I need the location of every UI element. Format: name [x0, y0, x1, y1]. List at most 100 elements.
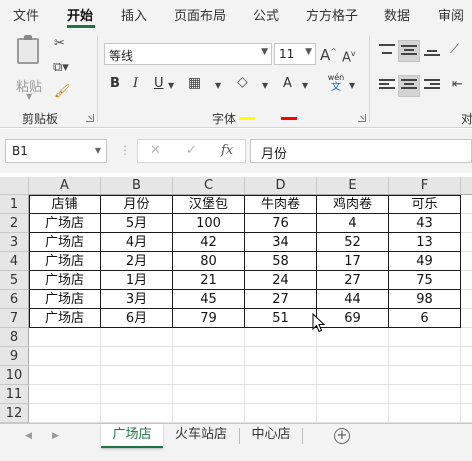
format-painter-icon[interactable]: 🖌	[54, 84, 71, 100]
table-cell[interactable]: 广场店	[29, 252, 101, 271]
table-cell[interactable]: 49	[389, 252, 461, 271]
decrease-indent-icon[interactable]: ⇤	[452, 77, 463, 93]
select-all-corner[interactable]	[0, 177, 29, 195]
align-middle-icon[interactable]	[401, 45, 417, 59]
table-cell[interactable]: 51	[245, 309, 317, 328]
column-header-2[interactable]: C	[173, 177, 245, 195]
header-cell[interactable]: 月份	[101, 195, 173, 214]
row-header-5[interactable]: 6	[0, 290, 29, 309]
table-cell[interactable]	[461, 309, 472, 328]
table-cell[interactable]: 4月	[101, 233, 173, 252]
sheet-tab-guangchang[interactable]: 广场店	[101, 424, 163, 448]
column-header-1[interactable]: B	[101, 177, 173, 195]
table-cell[interactable]	[29, 404, 101, 423]
table-cell[interactable]: 5月	[101, 214, 173, 233]
table-cell[interactable]: 42	[173, 233, 245, 252]
table-cell[interactable]	[101, 347, 173, 366]
font-color-icon[interactable]: A	[283, 75, 292, 93]
column-header-3[interactable]: D	[245, 177, 317, 195]
table-cell[interactable]: 13	[389, 233, 461, 252]
table-cell[interactable]: 98	[389, 290, 461, 309]
bold-button[interactable]: B	[110, 75, 120, 93]
row-header-8[interactable]: 9	[0, 347, 29, 366]
next-sheet-icon[interactable]: ▶	[52, 431, 59, 441]
table-cell[interactable]	[317, 328, 389, 347]
table-cell[interactable]: 79	[173, 309, 245, 328]
table-cell[interactable]: 广场店	[29, 309, 101, 328]
table-cell[interactable]: 34	[245, 233, 317, 252]
table-cell[interactable]: 6月	[101, 309, 173, 328]
table-cell[interactable]	[29, 328, 101, 347]
table-cell[interactable]: 24	[245, 271, 317, 290]
table-cell[interactable]	[245, 328, 317, 347]
chevron-down-icon[interactable]: ▼	[215, 78, 221, 94]
align-left-icon[interactable]	[379, 79, 395, 93]
table-cell[interactable]	[245, 366, 317, 385]
table-cell[interactable]	[389, 385, 461, 404]
name-box[interactable]: B1 ▼	[5, 139, 107, 163]
chevron-down-icon[interactable]: ▼	[349, 78, 355, 94]
sheet-tab-zhongxin[interactable]: 中心店	[241, 424, 301, 448]
clipboard-launcher-icon[interactable]	[86, 114, 94, 122]
table-cell[interactable]: 广场店	[29, 214, 101, 233]
font-size-select[interactable]: 11 ▼	[274, 43, 316, 65]
cancel-icon[interactable]: ✕	[150, 143, 161, 158]
table-cell[interactable]: 27	[245, 290, 317, 309]
table-cell[interactable]	[389, 347, 461, 366]
row-header-6[interactable]: 7	[0, 309, 29, 328]
table-cell[interactable]	[461, 252, 472, 271]
row-header-2[interactable]: 3	[0, 233, 29, 252]
border-icon[interactable]: ▦	[188, 75, 201, 91]
table-cell[interactable]	[461, 271, 472, 290]
shrink-font-icon[interactable]: Av	[342, 46, 356, 66]
table-cell[interactable]: 广场店	[29, 271, 101, 290]
chevron-down-icon[interactable]: ▼	[262, 78, 268, 94]
header-cell[interactable]: 店铺	[29, 195, 101, 214]
copy-icon[interactable]: ⧉▾	[53, 60, 69, 76]
table-cell[interactable]	[461, 214, 472, 233]
tab-home[interactable]: 开始	[67, 5, 93, 24]
table-cell[interactable]: 75	[389, 271, 461, 290]
grow-font-icon[interactable]: A^	[320, 44, 337, 63]
table-cell[interactable]	[317, 347, 389, 366]
italic-button[interactable]: I	[133, 75, 138, 93]
header-cell[interactable]: 鸡肉卷	[317, 195, 389, 214]
align-right-icon[interactable]	[424, 79, 440, 93]
column-header-5[interactable]: F	[389, 177, 461, 195]
worksheet-grid[interactable]: A B C D E F 1 店铺 月份 汉堡包 牛肉卷 鸡肉卷 可乐 2 广场店 5月 100 76 4 43 3 广场店…	[0, 173, 472, 423]
drag-handle-icon[interactable]: ⋮	[119, 143, 131, 157]
prev-sheet-icon[interactable]: ◀	[25, 431, 32, 441]
table-cell[interactable]	[461, 290, 472, 309]
table-cell[interactable]	[173, 366, 245, 385]
table-cell[interactable]	[29, 366, 101, 385]
confirm-icon[interactable]: ✓	[186, 143, 197, 158]
table-cell[interactable]	[461, 385, 472, 404]
align-bottom-icon[interactable]	[424, 46, 440, 60]
row-header-11[interactable]: 12	[0, 404, 29, 423]
table-cell[interactable]	[461, 233, 472, 252]
table-cell[interactable]	[317, 385, 389, 404]
table-cell[interactable]	[389, 366, 461, 385]
chevron-down-icon[interactable]: ▼	[302, 78, 308, 94]
row-header-1[interactable]: 2	[0, 214, 29, 233]
table-cell[interactable]: 100	[173, 214, 245, 233]
table-cell[interactable]	[461, 404, 472, 423]
row-header-4[interactable]: 5	[0, 271, 29, 290]
table-cell[interactable]: 2月	[101, 252, 173, 271]
paste-button[interactable]: 粘贴 ▼	[14, 35, 46, 101]
orientation-icon[interactable]: ⟋	[450, 42, 459, 58]
phonetic-guide-icon[interactable]: wén 文	[327, 73, 345, 93]
fill-color-icon[interactable]: ◇	[237, 74, 248, 90]
table-cell[interactable]	[461, 366, 472, 385]
row-header-3[interactable]: 4	[0, 252, 29, 271]
row-header-0[interactable]: 1	[0, 195, 29, 214]
table-cell[interactable]: 76	[245, 214, 317, 233]
tab-page-layout[interactable]: 页面布局	[174, 5, 226, 24]
column-header-4[interactable]: E	[317, 177, 389, 195]
header-cell[interactable]: 可乐	[389, 195, 461, 214]
table-cell[interactable]: 4	[317, 214, 389, 233]
table-cell[interactable]: 广场店	[29, 233, 101, 252]
row-header-7[interactable]: 8	[0, 328, 29, 347]
table-cell[interactable]: 27	[317, 271, 389, 290]
tab-fangfang-gezi[interactable]: 方方格子	[306, 5, 358, 24]
